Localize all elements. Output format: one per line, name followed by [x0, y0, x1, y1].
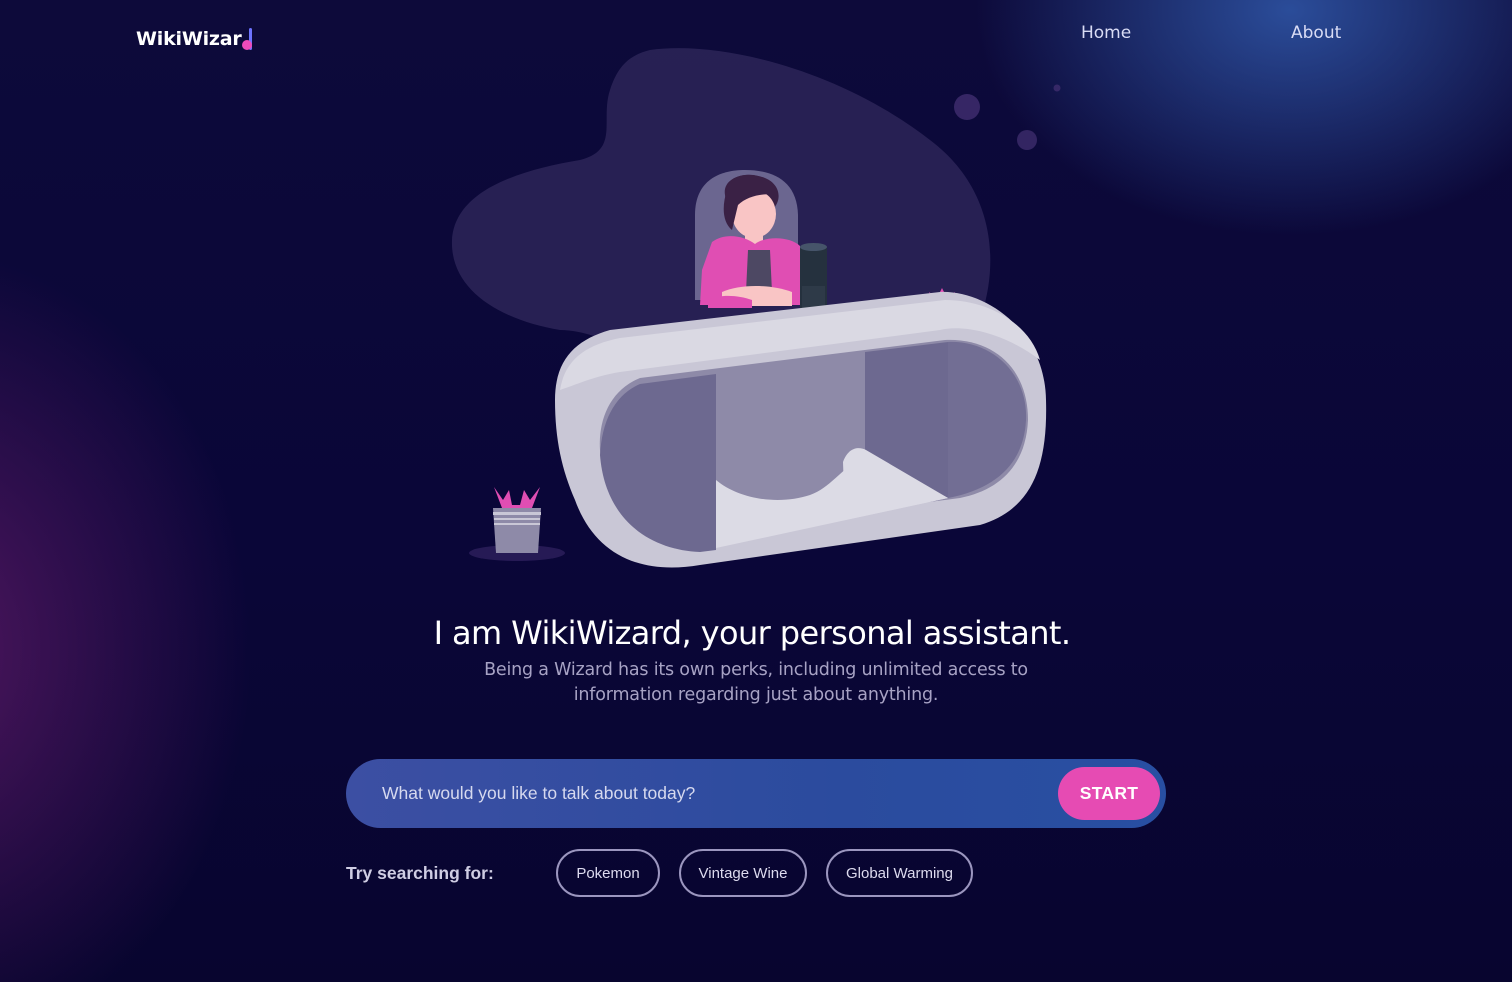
nav-home-link[interactable]: Home — [1081, 23, 1131, 43]
hero-illustration — [451, 48, 1061, 568]
floor-plant — [469, 487, 565, 561]
suggestion-chip-vintage-wine[interactable]: Vintage Wine — [679, 849, 807, 897]
decor-dot — [954, 94, 980, 120]
desk — [555, 291, 1047, 568]
start-button[interactable]: START — [1058, 767, 1160, 820]
note-mark-icon — [241, 26, 253, 52]
suggestion-chip-global-warming[interactable]: Global Warming — [826, 849, 973, 897]
suggestion-chip-pokemon[interactable]: Pokemon — [556, 849, 660, 897]
decor-dot — [1017, 130, 1037, 150]
page-headline: I am WikiWizard, your personal assistant… — [433, 614, 1071, 652]
search-bar: START — [346, 759, 1166, 828]
logo-text: WikiWizar — [136, 28, 242, 50]
nav-about-link[interactable]: About — [1291, 23, 1341, 43]
logo[interactable]: WikiWizar — [136, 18, 253, 52]
decor-dot — [1053, 84, 1061, 92]
page-subline: Being a Wizard has its own perks, includ… — [484, 660, 1028, 705]
search-input[interactable] — [382, 771, 1042, 815]
suggestions-label: Try searching for: — [346, 863, 494, 883]
